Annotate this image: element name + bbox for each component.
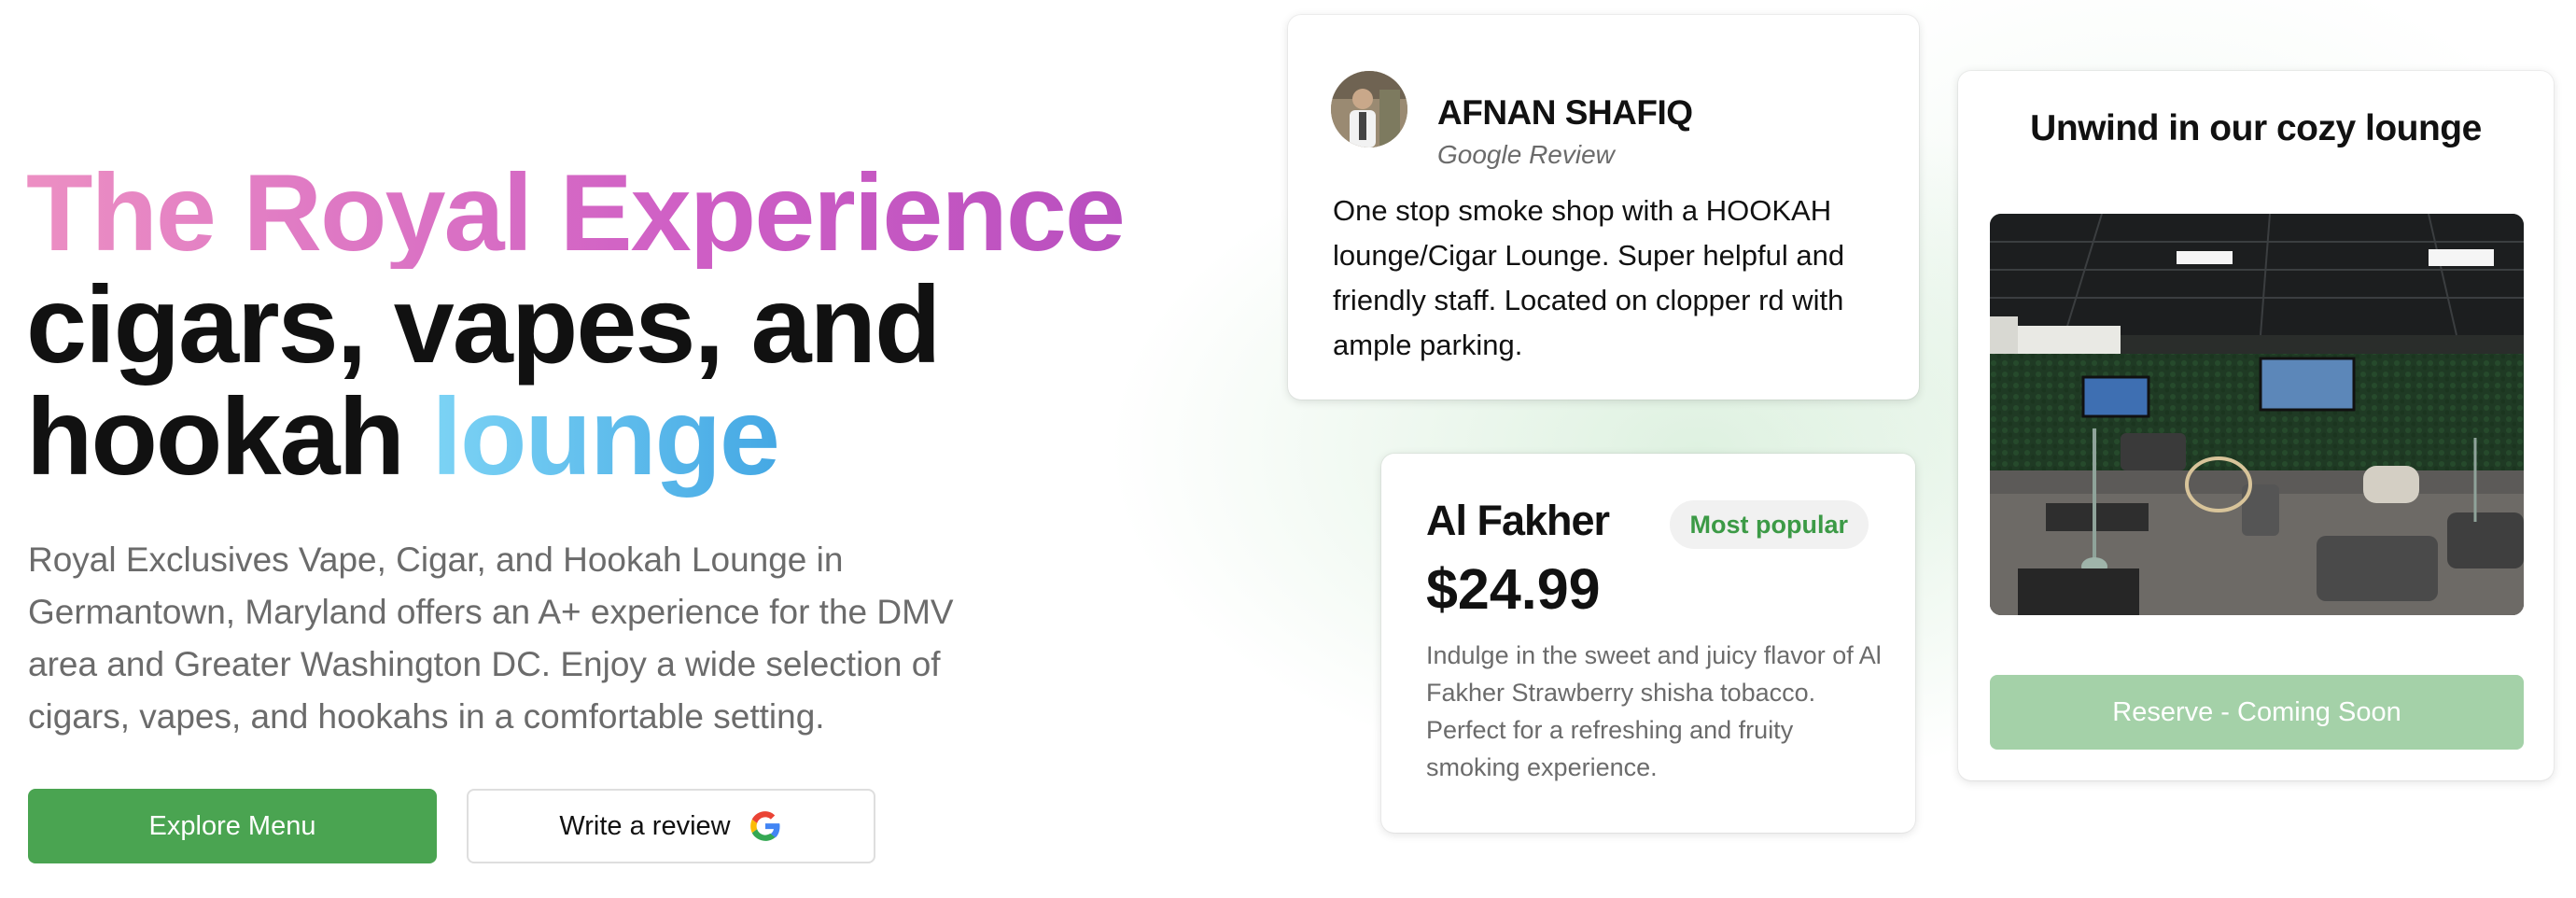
product-price: $24.99: [1426, 557, 1601, 621]
hero-title-accent: lounge: [431, 375, 780, 498]
explore-menu-button[interactable]: Explore Menu: [28, 789, 437, 863]
hero-title-line-2: cigars, vapes, and: [26, 263, 942, 386]
hero-description: Royal Exclusives Vape, Cigar, and Hookah…: [28, 540, 954, 736]
lounge-image: [1990, 214, 2524, 615]
reserve-button[interactable]: Reserve - Coming Soon: [1990, 675, 2524, 750]
lounge-photo: [1990, 214, 2524, 615]
product-card[interactable]: Al Fakher Most popular $24.99 Indulge in…: [1381, 454, 1915, 833]
lounge-card: Unwind in our cozy lounge Reserve - Comi…: [1958, 71, 2554, 780]
review-card: AFNAN SHAFIQ Google Review One stop smok…: [1288, 15, 1919, 400]
hero-title-line-3-plain: hookah: [26, 375, 432, 498]
reviewer-name: AFNAN SHAFIQ: [1437, 93, 1693, 132]
product-name: Al Fakher: [1426, 497, 1610, 544]
review-source: Google Review: [1437, 140, 1615, 169]
hero-title: The Royal Experience cigars, vapes, and …: [26, 151, 1126, 493]
hero-title-line-3: hookah lounge: [26, 381, 1124, 493]
google-icon: [749, 811, 780, 841]
hero-title-highlight: The Royal Experience: [26, 151, 1126, 274]
explore-menu-label: Explore Menu: [148, 810, 316, 841]
most-popular-badge: Most popular: [1669, 500, 1869, 549]
review-text: One stop smoke shop with a HOOKAH lounge…: [1333, 194, 1845, 361]
product-description: Indulge in the sweet and juicy flavor of…: [1426, 641, 1882, 781]
write-review-button[interactable]: Write a review: [467, 789, 875, 863]
lounge-title: Unwind in our cozy lounge: [2030, 108, 2482, 148]
avatar-photo: [1331, 71, 1407, 147]
avatar: [1331, 71, 1407, 147]
write-review-label: Write a review: [559, 810, 731, 841]
